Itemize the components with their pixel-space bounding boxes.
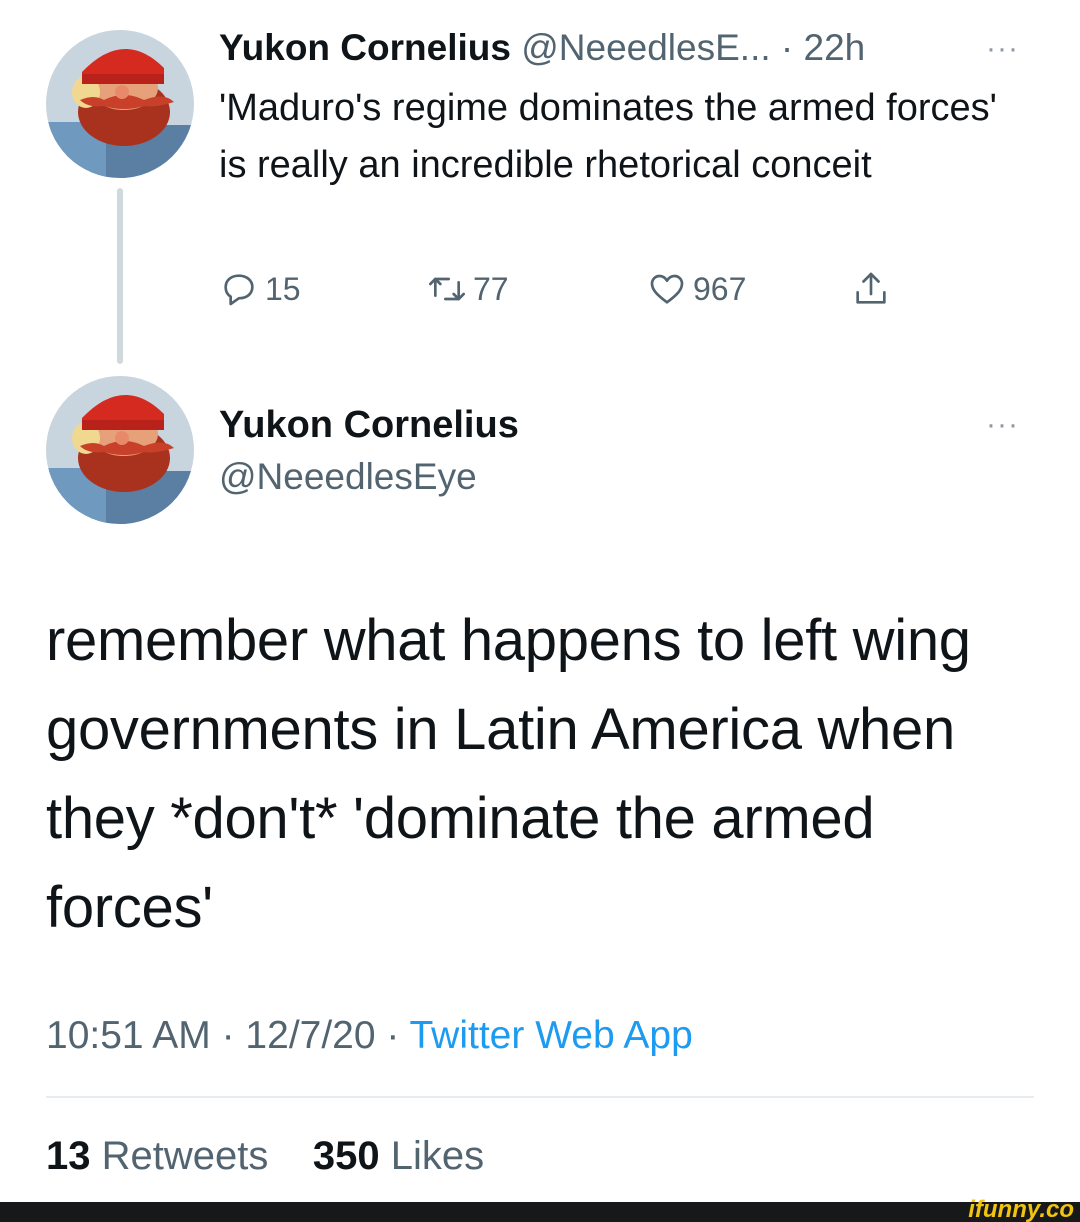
tweet-timestamp[interactable]: 10:51 AM · 12/7/20 · <box>46 1014 410 1057</box>
retweet-count: 13 <box>46 1134 91 1178</box>
like-count: 350 <box>312 1134 380 1178</box>
tweet-time[interactable]: · 22h <box>781 27 865 68</box>
display-name[interactable]: Yukon Cornelius <box>219 27 511 68</box>
reply-count: 15 <box>265 270 301 307</box>
more-icon[interactable]: ··· <box>986 34 1019 64</box>
more-icon[interactable]: ··· <box>986 410 1019 440</box>
retweet-label: Retweets <box>101 1134 269 1178</box>
watermark: ifunny.co <box>968 1196 1074 1222</box>
tweet-stats: 13 Retweets 350 Likes <box>46 1130 484 1182</box>
user-handle[interactable]: @NeeedlesEye <box>219 454 477 500</box>
heart-icon <box>650 274 684 304</box>
tweet-meta: 10:51 AM · 12/7/20 · Twitter Web App <box>46 1010 693 1062</box>
retweet-icon <box>429 277 465 301</box>
retweets-stat[interactable]: 13 Retweets <box>46 1134 268 1178</box>
share-button[interactable] <box>851 262 897 316</box>
avatar[interactable] <box>46 30 194 178</box>
like-button[interactable]: 967 <box>647 262 746 316</box>
retweet-count: 77 <box>473 270 509 307</box>
divider <box>46 1096 1034 1098</box>
thread-line <box>117 188 123 364</box>
user-handle[interactable]: @NeeedlesE... <box>521 27 770 68</box>
tweet-header: Yukon Cornelius @NeeedlesE... · 22h <box>219 26 865 70</box>
tweet-actions: 15 77 967 <box>219 262 919 316</box>
tweet-text: 'Maduro's regime dominates the armed for… <box>219 87 997 186</box>
avatar-image <box>46 376 194 524</box>
avatar-image <box>46 30 194 178</box>
like-label: Likes <box>390 1134 485 1178</box>
tweet-text: remember what happens to left wing gover… <box>46 608 971 940</box>
reply-button[interactable]: 15 <box>219 262 301 316</box>
likes-stat[interactable]: 350 Likes <box>313 1134 484 1178</box>
tweet-source-link[interactable]: Twitter Web App <box>410 1014 693 1057</box>
share-icon <box>856 272 886 304</box>
avatar[interactable] <box>46 376 194 524</box>
reply-icon <box>224 274 254 306</box>
footer-bar <box>0 1202 1080 1222</box>
display-name[interactable]: Yukon Cornelius <box>219 402 519 448</box>
retweet-button[interactable]: 77 <box>427 262 509 316</box>
like-count: 967 <box>693 270 747 307</box>
